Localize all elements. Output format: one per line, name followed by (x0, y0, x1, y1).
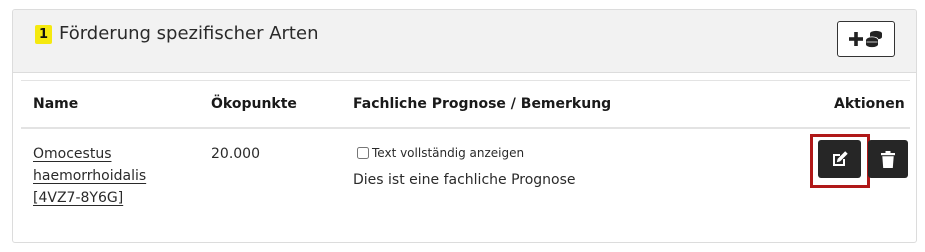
show-full-text-toggle[interactable]: Text vollständig anzeigen (357, 145, 524, 161)
edit-button[interactable] (818, 140, 861, 178)
column-header-prognosis: Fachliche Prognose / Bemerkung (353, 96, 612, 112)
section-number-badge: 1 (35, 25, 52, 44)
prognosis-text: Dies ist eine fachliche Prognose (353, 172, 576, 188)
species-name-link[interactable]: Omocestus haemorrhoidalis [4VZ7-8Y6G] (33, 143, 173, 209)
section-header: 1 Förderung spezifischer Arten (13, 10, 916, 73)
species-table: Name Ökopunkte Fachliche Prognose / Beme… (21, 80, 910, 229)
table-row: Omocestus haemorrhoidalis [4VZ7-8Y6G] 20… (21, 129, 910, 229)
show-full-text-checkbox[interactable] (357, 147, 369, 159)
show-full-text-label: Text vollständig anzeigen (372, 146, 525, 160)
column-header-actions: Aktionen (834, 96, 905, 112)
trash-icon (881, 150, 895, 168)
coins-icon (865, 30, 882, 48)
table-header-row: Name Ökopunkte Fachliche Prognose / Beme… (21, 81, 910, 129)
edit-icon (832, 151, 848, 166)
delete-button[interactable] (868, 140, 908, 178)
column-header-points: Ökopunkte (211, 96, 297, 112)
section-title: Förderung spezifischer Arten (59, 23, 319, 44)
column-header-name: Name (33, 96, 79, 112)
add-species-button[interactable] (837, 21, 895, 57)
species-section-card: 1 Förderung spezifischer Arten Name Ökop… (12, 9, 917, 243)
points-value: 20.000 (211, 146, 260, 162)
plus-icon (849, 32, 863, 46)
